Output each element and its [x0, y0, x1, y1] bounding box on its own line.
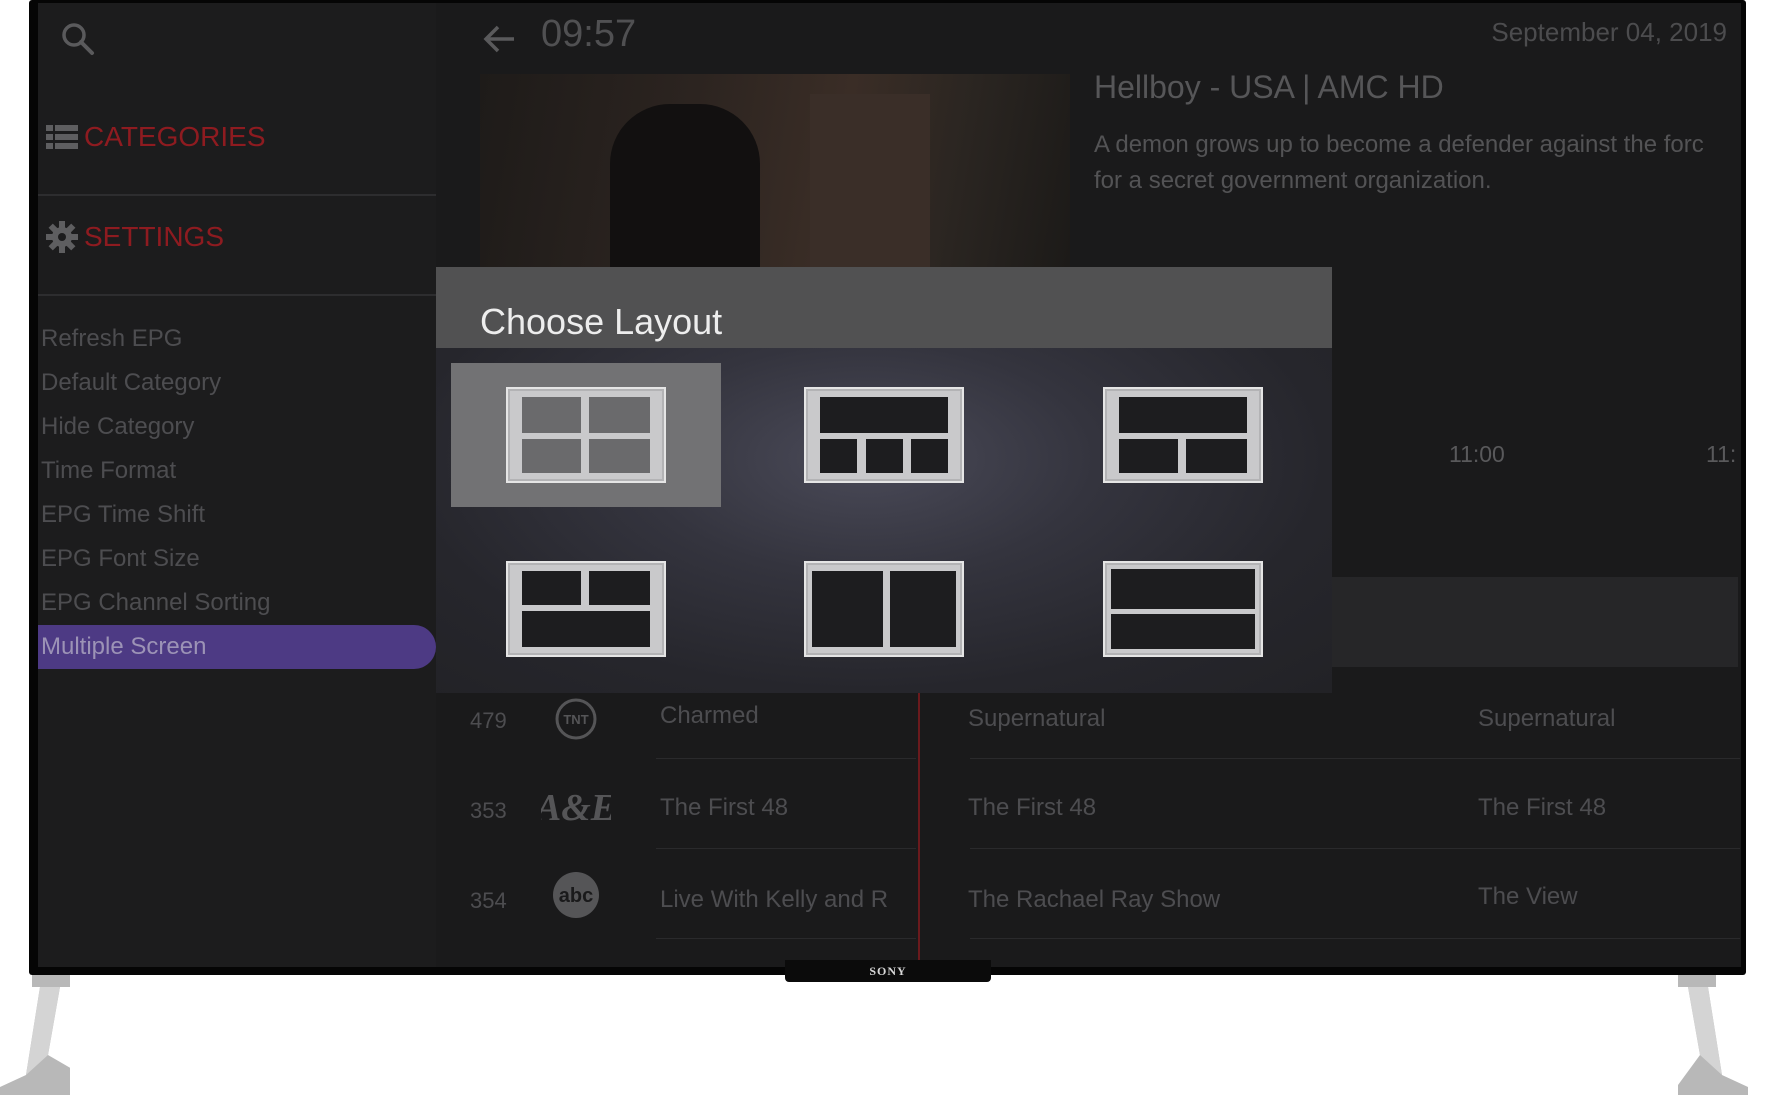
- layout-option-two-top-one-bottom[interactable]: [451, 537, 721, 681]
- program-later[interactable]: Supernatural: [1478, 705, 1615, 733]
- sidebar-divider: [38, 194, 436, 196]
- layout-thumbnail: [1103, 561, 1263, 657]
- search-icon[interactable]: [58, 19, 98, 59]
- tv-stand-right: [1678, 975, 1748, 1095]
- layout-thumbnail: [1103, 387, 1263, 483]
- menu-item-epg-time-shift[interactable]: EPG Time Shift: [38, 493, 436, 537]
- sidebar-divider: [38, 294, 436, 296]
- layout-option-quad-grid[interactable]: [451, 363, 721, 507]
- channel-number: 354: [470, 888, 507, 913]
- tv-stand-left: [0, 975, 100, 1095]
- menu-item-multiple-screen[interactable]: Multiple Screen: [38, 625, 436, 669]
- layout-thumbnail: [804, 387, 964, 483]
- preview-background: [810, 94, 930, 269]
- video-preview[interactable]: [480, 74, 1070, 269]
- layout-option-one-top-two-bottom[interactable]: [1048, 363, 1318, 507]
- menu-item-hide-category[interactable]: Hide Category: [38, 405, 436, 449]
- layout-thumbnail: [804, 561, 964, 657]
- row-separator: [970, 938, 1740, 939]
- tv-brand-bar: SONY: [785, 960, 991, 982]
- program-current[interactable]: Live With Kelly and R: [660, 886, 888, 914]
- svg-text:TNT: TNT: [563, 712, 588, 727]
- abc-logo-icon: abc: [553, 872, 599, 918]
- svg-text:A&E: A&E: [541, 787, 611, 829]
- layout-thumbnail: [506, 561, 666, 657]
- menu-item-epg-channel-sorting[interactable]: EPG Channel Sorting: [38, 581, 436, 625]
- settings-header[interactable]: SETTINGS: [46, 221, 224, 253]
- timeline-slot: 11:00: [1449, 441, 1505, 467]
- current-time-line: [918, 668, 920, 967]
- program-description: A demon grows up to become a defender ag…: [1094, 127, 1734, 199]
- preview-figure: [610, 104, 760, 269]
- settings-menu: Refresh EPG Default Category Hide Catego…: [38, 317, 436, 669]
- layout-option-side-by-side[interactable]: [749, 537, 1019, 681]
- layout-option-stacked[interactable]: [1048, 537, 1318, 681]
- program-current[interactable]: Charmed: [660, 702, 759, 730]
- list-icon: [46, 125, 78, 149]
- sidebar: CATEGORIES SETTINGS Refresh EPG Default …: [38, 3, 436, 967]
- menu-item-time-format[interactable]: Time Format: [38, 449, 436, 493]
- choose-layout-dialog: Choose Layout: [436, 267, 1332, 693]
- layout-option-one-top-three-bottom[interactable]: [749, 363, 1019, 507]
- program-later[interactable]: The View: [1478, 883, 1578, 911]
- channel-number: 353: [470, 798, 507, 823]
- program-next[interactable]: Supernatural: [968, 705, 1105, 733]
- dialog-header: Choose Layout: [436, 267, 1332, 348]
- epg-row[interactable]: 354 abc Live With Kelly and R The Rachae…: [436, 848, 1741, 939]
- program-description-line: for a secret government organization.: [1094, 167, 1492, 194]
- date: September 04, 2019: [1491, 17, 1727, 47]
- svg-text:abc: abc: [559, 885, 593, 907]
- dialog-title: Choose Layout: [480, 301, 723, 342]
- gear-icon: [46, 221, 78, 253]
- epg-row[interactable]: 353 A&E The First 48 The First 48 The Fi…: [436, 758, 1741, 849]
- clock: 09:57: [541, 13, 637, 55]
- tnt-logo-icon: TNT: [555, 698, 597, 740]
- program-current[interactable]: The First 48: [660, 794, 788, 822]
- program-next[interactable]: The First 48: [968, 794, 1096, 822]
- program-title: Hellboy - USA | AMC HD: [1094, 69, 1444, 105]
- program-description-line: A demon grows up to become a defender ag…: [1094, 131, 1704, 158]
- program-next[interactable]: The Rachael Ray Show: [968, 886, 1220, 914]
- back-arrow-icon[interactable]: [480, 21, 520, 57]
- categories-label: CATEGORIES: [84, 121, 266, 152]
- menu-item-default-category[interactable]: Default Category: [38, 361, 436, 405]
- program-later[interactable]: The First 48: [1478, 794, 1606, 822]
- categories-header[interactable]: CATEGORIES: [46, 121, 266, 153]
- layout-thumbnail: [506, 387, 666, 483]
- tv-screen: CATEGORIES SETTINGS Refresh EPG Default …: [38, 3, 1741, 967]
- menu-item-epg-font-size[interactable]: EPG Font Size: [38, 537, 436, 581]
- menu-item-refresh-epg[interactable]: Refresh EPG: [38, 317, 436, 361]
- timeline-slot: 11:: [1706, 441, 1737, 467]
- settings-label: SETTINGS: [84, 221, 225, 252]
- channel-number: 479: [470, 708, 507, 733]
- ae-logo-icon: A&E: [541, 787, 611, 829]
- row-separator: [656, 938, 916, 939]
- brand-logo: SONY: [869, 964, 907, 978]
